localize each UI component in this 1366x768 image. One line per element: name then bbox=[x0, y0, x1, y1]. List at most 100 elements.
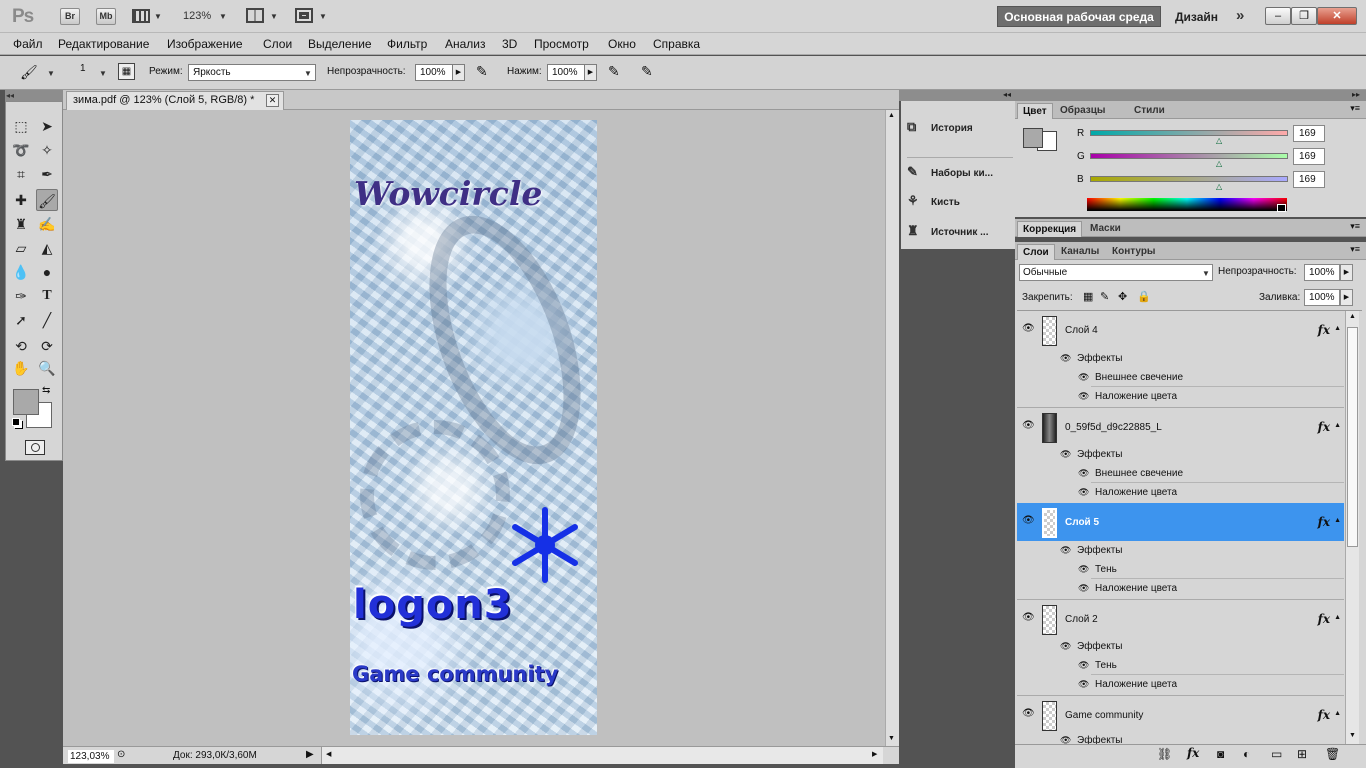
chevron-down-icon[interactable]: ▼ bbox=[304, 69, 312, 78]
paint-bucket-tool-icon[interactable]: ◭ bbox=[36, 237, 58, 259]
layer-row-selected[interactable]: 👁 Слой 5 fx ▲ bbox=[1017, 503, 1344, 543]
scroll-right-arrow[interactable]: ▶ bbox=[872, 750, 877, 758]
layer-row[interactable]: 👁 Game community fx ▲ bbox=[1017, 695, 1344, 735]
collapse-toolbar-icon[interactable]: ◂◂ bbox=[6, 91, 14, 100]
history-brush-tool-icon[interactable]: ✍ bbox=[36, 213, 58, 235]
delete-layer-icon[interactable]: 🗑 bbox=[1325, 747, 1340, 761]
opacity-field[interactable]: 100% bbox=[415, 64, 453, 81]
effect-item-row[interactable]: 👁 Наложение цвета bbox=[1017, 675, 1344, 694]
workspace-design-button[interactable]: Дизайн bbox=[1175, 10, 1218, 24]
chevron-down-icon[interactable]: ▼ bbox=[154, 12, 162, 21]
layer-row[interactable]: 👁 0_59f5d_d9c22885_L fx ▲ bbox=[1017, 407, 1344, 447]
lasso-tool-icon[interactable]: ➰ bbox=[10, 139, 32, 161]
eye-icon[interactable]: 👁 bbox=[1078, 675, 1089, 694]
opacity-slider-arrow[interactable]: ▶ bbox=[452, 64, 465, 81]
effect-item-row[interactable]: 👁 Наложение цвета bbox=[1017, 579, 1344, 598]
eye-icon[interactable]: 👁 bbox=[1060, 541, 1071, 560]
new-group-icon[interactable]: ▭ bbox=[1271, 747, 1282, 761]
crop-tool-icon[interactable]: ⌗ bbox=[10, 163, 32, 185]
chevron-down-icon[interactable]: ▼ bbox=[1202, 269, 1210, 278]
scroll-up-arrow[interactable]: ▲ bbox=[888, 112, 895, 119]
fx-icon[interactable]: fx bbox=[1318, 420, 1330, 434]
add-mask-icon[interactable]: ◙ bbox=[1217, 747, 1224, 761]
flow-slider-arrow[interactable]: ▶ bbox=[584, 64, 597, 81]
path-selection-tool-icon[interactable]: ➚ bbox=[10, 309, 32, 331]
menu-analysis[interactable]: Анализ bbox=[445, 37, 486, 51]
eye-icon[interactable]: 👁 bbox=[1022, 515, 1035, 526]
menu-select[interactable]: Выделение bbox=[308, 37, 372, 51]
document-tab[interactable]: зима.pdf @ 123% (Слой 5, RGB/8) * bbox=[66, 91, 284, 110]
arrange-documents-icon[interactable] bbox=[246, 8, 264, 23]
swap-colors-icon[interactable]: ⇆ bbox=[42, 385, 50, 396]
menu-3d[interactable]: 3D bbox=[502, 37, 517, 51]
clone-stamp-tool-icon[interactable]: ♜ bbox=[10, 213, 32, 235]
status-menu-arrow[interactable]: ▶ bbox=[306, 749, 314, 760]
eye-icon[interactable]: 👁 bbox=[1060, 733, 1071, 744]
layer-row[interactable]: 👁 Слой 4 fx ▲ bbox=[1017, 311, 1344, 351]
brush-tool-preset-icon[interactable]: 🖌 bbox=[20, 64, 38, 81]
menu-window[interactable]: Окно bbox=[608, 37, 636, 51]
quick-mask-icon[interactable] bbox=[25, 440, 45, 455]
chevron-down-icon[interactable]: ▼ bbox=[319, 12, 327, 21]
adjustment-layer-icon[interactable]: ◐ bbox=[1243, 747, 1250, 761]
eye-icon[interactable]: 👁 bbox=[1060, 637, 1071, 656]
lock-position-icon[interactable]: ✥ bbox=[1118, 290, 1127, 303]
scrollbar-thumb[interactable] bbox=[1347, 327, 1358, 547]
healing-brush-tool-icon[interactable]: ✚ bbox=[10, 189, 32, 211]
menu-filter[interactable]: Фильтр bbox=[387, 37, 427, 51]
tab-channels[interactable]: Каналы bbox=[1056, 244, 1104, 260]
expand-panels-icon[interactable]: ▸▸ bbox=[1352, 90, 1360, 99]
eye-icon[interactable]: 👁 bbox=[1022, 420, 1035, 431]
red-slider[interactable] bbox=[1090, 130, 1288, 136]
collapse-effects-icon[interactable]: ▲ bbox=[1334, 517, 1341, 524]
black-swatch[interactable] bbox=[1277, 204, 1286, 212]
eye-icon[interactable]: 👁 bbox=[1078, 656, 1089, 675]
marquee-tool-icon[interactable]: ⬚ bbox=[10, 115, 32, 137]
brush-panel-toggle-icon[interactable]: ▦ bbox=[118, 63, 135, 80]
tab-masks[interactable]: Маски bbox=[1085, 221, 1126, 237]
tab-styles[interactable]: Стили bbox=[1129, 103, 1170, 119]
airbrush-icon[interactable]: ✎ bbox=[608, 63, 620, 80]
history-panel-button[interactable]: ⧉ История bbox=[907, 113, 973, 141]
tab-layers[interactable]: Слои bbox=[1017, 244, 1055, 260]
line-tool-icon[interactable]: ╱ bbox=[36, 309, 58, 331]
red-value[interactable]: 169 bbox=[1293, 125, 1325, 142]
tab-color[interactable]: Цвет bbox=[1017, 103, 1053, 119]
brush-tool-icon[interactable]: 🖌 bbox=[36, 189, 58, 211]
layer-opacity-arrow[interactable]: ▶ bbox=[1340, 264, 1353, 281]
tablet-pressure-opacity-icon[interactable]: ✎ bbox=[476, 63, 488, 80]
lock-all-icon[interactable]: 🔒 bbox=[1137, 290, 1151, 303]
panel-menu-icon[interactable]: ▾≡ bbox=[1350, 221, 1360, 232]
effect-item-row[interactable]: 👁 Наложение цвета bbox=[1017, 387, 1344, 406]
effects-row[interactable]: 👁 Эффекты bbox=[1017, 349, 1344, 368]
hand-tool-icon[interactable]: ✋ bbox=[10, 357, 32, 379]
collapsed-panels-header[interactable]: ◂◂ bbox=[899, 90, 1015, 101]
collapse-effects-icon[interactable]: ▲ bbox=[1334, 422, 1341, 429]
green-value[interactable]: 169 bbox=[1293, 148, 1325, 165]
chevron-down-icon[interactable]: ▼ bbox=[99, 69, 107, 78]
eye-icon[interactable]: 👁 bbox=[1022, 323, 1035, 334]
fill-field[interactable]: 100% bbox=[1304, 289, 1340, 306]
workspace-essentials-button[interactable]: Основная рабочая среда bbox=[997, 6, 1161, 27]
chevron-down-icon[interactable]: ▼ bbox=[219, 12, 227, 21]
menu-image[interactable]: Изображение bbox=[167, 37, 243, 51]
eye-icon[interactable]: 👁 bbox=[1078, 368, 1089, 387]
blue-value[interactable]: 169 bbox=[1293, 171, 1325, 188]
red-slider-thumb[interactable]: △ bbox=[1216, 136, 1222, 145]
effect-item-row[interactable]: 👁 Внешнее свечение bbox=[1017, 464, 1344, 483]
tab-swatches[interactable]: Образцы bbox=[1055, 103, 1110, 119]
dodge-tool-icon[interactable]: ● bbox=[36, 261, 58, 283]
collapse-effects-icon[interactable]: ▲ bbox=[1334, 614, 1341, 621]
menu-layers[interactable]: Слои bbox=[263, 37, 292, 51]
brush-panel-button[interactable]: ⚘ Кисть bbox=[907, 187, 960, 215]
effects-row[interactable]: 👁 Эффекты bbox=[1017, 733, 1344, 744]
menu-view[interactable]: Просмотр bbox=[534, 37, 589, 51]
zoom-level[interactable]: 123% bbox=[183, 10, 211, 22]
new-layer-icon[interactable]: ⊞ bbox=[1297, 747, 1307, 761]
eye-icon[interactable]: 👁 bbox=[1078, 387, 1089, 406]
clone-source-panel-button[interactable]: ♜ Источник ... bbox=[907, 217, 989, 245]
close-button[interactable]: ✕ bbox=[1317, 7, 1357, 25]
chevron-down-icon[interactable]: ▼ bbox=[47, 69, 55, 78]
scroll-down-arrow[interactable]: ▼ bbox=[1349, 732, 1356, 739]
flow-field[interactable]: 100% bbox=[547, 64, 585, 81]
